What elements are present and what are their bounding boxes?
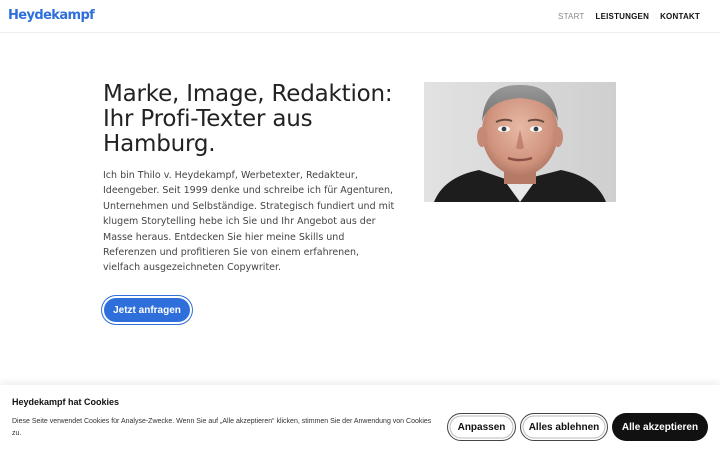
site-header: Heydekampf START LEISTUNGEN KONTAKT — [0, 0, 720, 33]
portrait-photo — [424, 82, 616, 202]
hero-headline: Marke, Image, Redaktion: Ihr Profi-Texte… — [103, 81, 393, 157]
site-logo[interactable]: Heydekampf — [8, 8, 95, 23]
cookie-title: Heydekampf hat Cookies — [12, 397, 120, 407]
accept-all-button[interactable]: Alle akzeptieren — [612, 413, 708, 441]
portrait-illustration — [424, 82, 616, 202]
customize-button[interactable]: Anpassen — [447, 413, 516, 441]
cookie-description: Diese Seite verwendet Cookies für Analys… — [12, 418, 432, 437]
cookie-banner: Heydekampf hat Cookies Diese Seite verwe… — [0, 385, 720, 450]
request-button[interactable]: Jetzt anfragen — [104, 298, 190, 322]
main-nav: START LEISTUNGEN KONTAKT — [558, 12, 700, 21]
nav-kontakt[interactable]: KONTAKT — [660, 12, 700, 21]
nav-start[interactable]: START — [558, 12, 584, 21]
nav-leistungen[interactable]: LEISTUNGEN — [596, 12, 650, 21]
reject-all-button[interactable]: Alles ablehnen — [520, 413, 608, 441]
hero-intro-text: Ich bin Thilo v. Heydekampf, Werbetexter… — [103, 170, 395, 274]
